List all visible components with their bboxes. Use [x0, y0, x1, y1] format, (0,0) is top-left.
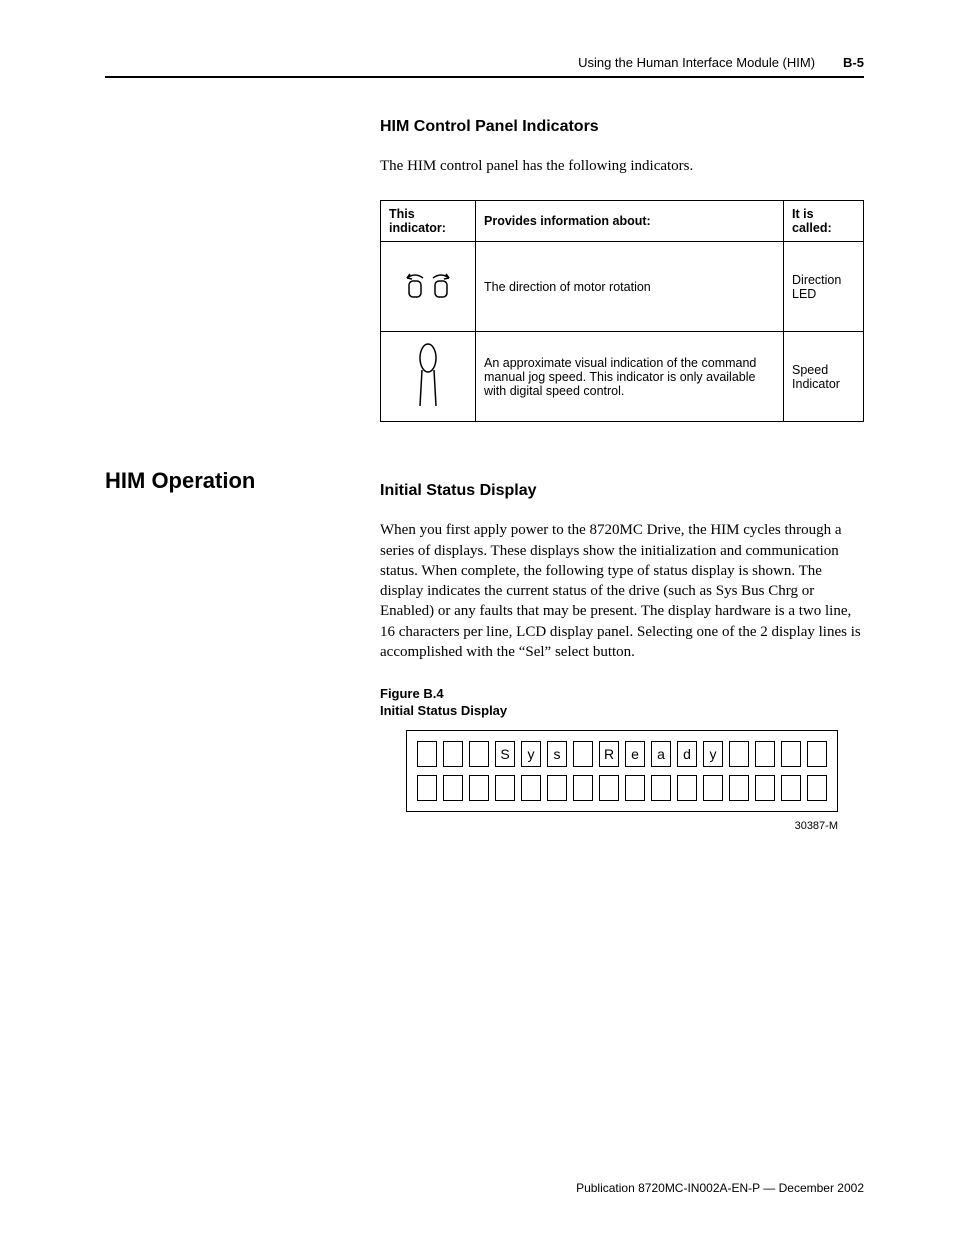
- running-header: Using the Human Interface Module (HIM) B…: [105, 55, 864, 78]
- lcd-cell: [781, 775, 801, 801]
- running-head-text: Using the Human Interface Module (HIM): [578, 55, 815, 70]
- lcd-cell: [807, 775, 827, 801]
- lcd-cell: d: [677, 741, 697, 767]
- lcd-cell: S: [495, 741, 515, 767]
- lcd-cell: [521, 775, 541, 801]
- direction-led-icon: [381, 242, 476, 332]
- table-header: This indicator:: [381, 201, 476, 242]
- lcd-cell: [729, 775, 749, 801]
- lcd-cell: a: [651, 741, 671, 767]
- lcd-display: SysReady: [406, 730, 838, 812]
- lcd-row-1: SysReady: [417, 741, 827, 767]
- lcd-cell: [599, 775, 619, 801]
- lcd-cell: [755, 741, 775, 767]
- lcd-cell: [625, 775, 645, 801]
- lcd-cell: [703, 775, 723, 801]
- lcd-cell: e: [625, 741, 645, 767]
- lcd-cell: [573, 741, 593, 767]
- speed-indicator-icon: [381, 332, 476, 422]
- lcd-cell: [807, 741, 827, 767]
- section1-heading: HIM Control Panel Indicators: [380, 118, 864, 136]
- lcd-cell: [469, 741, 489, 767]
- table-cell: Direction LED: [784, 242, 864, 332]
- table-cell: An approximate visual indication of the …: [476, 332, 784, 422]
- lcd-cell: [495, 775, 515, 801]
- footer-publication: Publication 8720MC-IN002A-EN-P — Decembe…: [576, 1181, 864, 1195]
- table-header: It is called:: [784, 201, 864, 242]
- lcd-cell: [417, 741, 437, 767]
- figure-label: Figure B.4: [380, 686, 444, 701]
- lcd-cell: [781, 741, 801, 767]
- figure-id: 30387-M: [406, 820, 838, 832]
- lcd-cell: [755, 775, 775, 801]
- lcd-cell: y: [703, 741, 723, 767]
- section2-heading: Initial Status Display: [380, 482, 864, 500]
- section1-intro: The HIM control panel has the following …: [380, 156, 864, 176]
- table-cell: Speed Indicator: [784, 332, 864, 422]
- lcd-cell: [469, 775, 489, 801]
- figure-title: Initial Status Display: [380, 703, 507, 718]
- lcd-cell: [573, 775, 593, 801]
- table-header: Provides information about:: [476, 201, 784, 242]
- figure-caption: Figure B.4 Initial Status Display: [380, 686, 864, 720]
- lcd-cell: [417, 775, 437, 801]
- lcd-cell: [443, 775, 463, 801]
- lcd-cell: s: [547, 741, 567, 767]
- lcd-cell: [651, 775, 671, 801]
- section2-body: When you first apply power to the 8720MC…: [380, 520, 864, 662]
- lcd-cell: [729, 741, 749, 767]
- page-number: B-5: [843, 55, 864, 70]
- lcd-row-2: [417, 775, 827, 801]
- lcd-cell: y: [521, 741, 541, 767]
- sidebar-heading: HIM Operation: [105, 468, 340, 494]
- lcd-cell: [677, 775, 697, 801]
- table-row: An approximate visual indication of the …: [381, 332, 864, 422]
- lcd-cell: [547, 775, 567, 801]
- table-cell: The direction of motor rotation: [476, 242, 784, 332]
- lcd-cell: [443, 741, 463, 767]
- indicators-table: This indicator: Provides information abo…: [380, 200, 864, 422]
- table-row: The direction of motor rotation Directio…: [381, 242, 864, 332]
- lcd-cell: R: [599, 741, 619, 767]
